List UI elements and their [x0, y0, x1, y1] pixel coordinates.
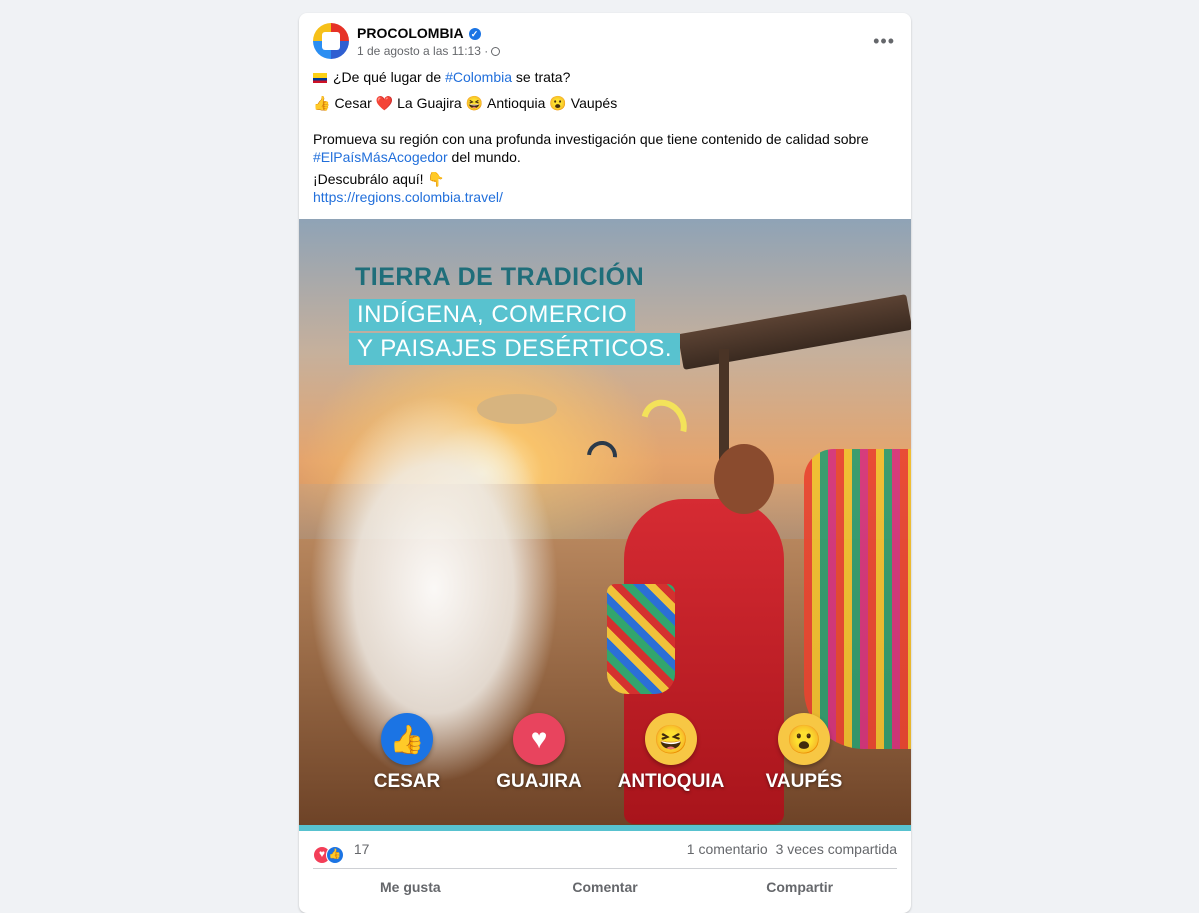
reaction-vaupes: 😮 VAUPÉS — [744, 713, 864, 793]
reaction-antioquia: 😆 ANTIOQUIA — [611, 713, 731, 793]
reaction-label: ANTIOQUIA — [617, 771, 725, 792]
action-bar: Me gusta Comentar Compartir — [313, 873, 897, 903]
verified-check-icon: ✓ — [468, 28, 481, 40]
more-options-icon[interactable]: ••• — [873, 31, 895, 52]
hat — [477, 394, 557, 424]
page-avatar[interactable] — [313, 23, 349, 59]
hut-roof — [677, 294, 911, 370]
post-text-line1-end: se trata? — [512, 69, 571, 85]
page-name[interactable]: PROCOLOMBIA ✓ — [357, 25, 481, 41]
kite — [580, 434, 624, 478]
heart-icon: ❤️ — [375, 95, 394, 111]
like-reaction-icon[interactable]: 👍 — [326, 846, 344, 864]
post-text-line1: ¿De qué lugar de — [333, 69, 446, 85]
post-stats: ♥ 👍 17 1 comentario 3 veces compartida — [313, 841, 897, 864]
divider — [313, 868, 897, 869]
woman-head — [714, 444, 774, 514]
image-bottom-strip — [299, 825, 911, 831]
option-vaupes: Vaupés — [570, 95, 618, 111]
page-name-text[interactable]: PROCOLOMBIA — [357, 25, 464, 41]
option-guajira: La Guajira — [397, 95, 462, 111]
laughing-face-icon: 😆 — [645, 713, 697, 765]
comment-button[interactable]: Comentar — [508, 873, 703, 903]
cta-line: ¡Descubrálo aquí! 👇 — [313, 171, 445, 187]
laughing-face-icon: 😆 — [465, 95, 484, 111]
image-band-1: INDÍGENA, COMERCIO — [349, 299, 636, 331]
image-band-2: Y PAISAJES DESÉRTICOS. — [349, 333, 681, 365]
reaction-label: GUAJIRA — [496, 771, 582, 792]
option-antioquia: Antioquia — [487, 95, 546, 111]
post-paragraph-end: del mundo. — [447, 149, 521, 165]
post-image[interactable]: TIERRA DE TRADICIÓN INDÍGENA, COMERCIO Y… — [299, 219, 911, 825]
like-button[interactable]: Me gusta — [313, 873, 508, 903]
reaction-guajira: ♥ GUAJIRA — [479, 713, 599, 793]
hashtag-elpaismasacogedor[interactable]: #ElPaísMásAcogedor — [313, 149, 448, 165]
wow-face-icon: 😮 — [778, 713, 830, 765]
kite — [632, 391, 696, 457]
regions-link[interactable]: https://regions.colombia.travel/ — [313, 189, 503, 205]
option-cesar: Cesar — [334, 95, 372, 111]
comments-count[interactable]: 1 comentario — [687, 841, 768, 857]
heart-icon: ♥ — [513, 713, 565, 765]
thumbs-up-icon: 👍 — [313, 95, 331, 111]
colombia-flag-icon — [313, 73, 327, 83]
image-title: TIERRA DE TRADICIÓN — [355, 263, 645, 291]
reaction-label: VAUPÉS — [765, 771, 843, 792]
hammock — [804, 449, 911, 749]
post-meta: 1 de agosto a las 11:13 · — [357, 44, 501, 58]
wow-face-icon: 😮 — [549, 95, 567, 111]
reaction-count[interactable]: 17 — [354, 841, 370, 857]
post-header: PROCOLOMBIA ✓ 1 de agosto a las 11:13 · •… — [313, 23, 897, 63]
post-text: ¿De qué lugar de #Colombia se trata? 👍 Ce… — [313, 68, 897, 206]
hashtag-colombia[interactable]: #Colombia — [445, 69, 512, 85]
thumbs-up-icon: 👍 — [381, 713, 433, 765]
post-timestamp[interactable]: 1 de agosto a las 11:13 · — [357, 44, 488, 58]
post-card: PROCOLOMBIA ✓ 1 de agosto a las 11:13 · •… — [299, 13, 911, 913]
reaction-label: CESAR — [373, 771, 441, 792]
share-button[interactable]: Compartir — [702, 873, 897, 903]
globe-icon — [491, 47, 501, 56]
shares-count[interactable]: 3 veces compartida — [776, 841, 897, 857]
reaction-cesar: 👍 CESAR — [347, 713, 467, 793]
post-paragraph: Promueva su región con una profunda inve… — [313, 131, 869, 147]
woven-bag — [607, 584, 675, 694]
options-line: 👍 Cesar ❤️ La Guajira 😆 Antioquia 😮 Vaupés — [313, 94, 897, 112]
